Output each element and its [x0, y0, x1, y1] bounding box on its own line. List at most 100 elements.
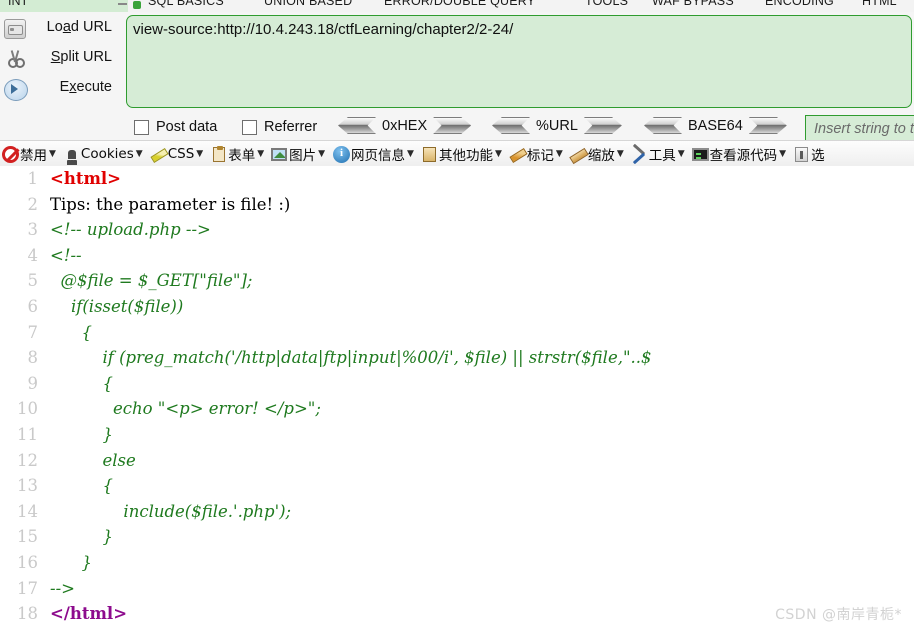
toolbar-item-images-label: 图片	[289, 148, 317, 164]
hackbar-tab-int[interactable]: INT	[0, 0, 128, 12]
toolbar-item-tools[interactable]: 工具 ▼	[629, 142, 690, 166]
toolbar-item-css[interactable]: CSS ▼	[148, 142, 209, 166]
source-line: 4 <!--	[0, 243, 914, 269]
chevron-down-icon[interactable]: ▼	[779, 149, 786, 159]
view-source-icon	[691, 146, 709, 163]
hex-codec-label: 0xHEX	[382, 117, 428, 134]
toolbar-item-images[interactable]: 图片 ▼	[269, 142, 330, 166]
referrer-checkbox[interactable]: Referrer	[242, 119, 317, 135]
source-line-list: 1 <html> 2 Tips: the parameter is file! :) 3…	[0, 166, 914, 632]
execute-button[interactable]: Execute	[0, 74, 122, 104]
line-number: 17	[17, 578, 38, 598]
toolbar-item-forms[interactable]: 表单 ▼	[208, 142, 269, 166]
line-number: 3	[27, 220, 39, 240]
source-line: 2 Tips: the parameter is file! :)	[0, 192, 914, 218]
chevron-down-icon[interactable]: ▼	[678, 149, 685, 159]
info-icon: i	[333, 145, 351, 163]
chevron-down-icon[interactable]: ▼	[407, 149, 414, 159]
load-url-label: Load URL	[46, 19, 112, 35]
line-number: 4	[27, 245, 39, 265]
toolbar-item-forms-label: 表单	[228, 148, 256, 164]
load-url-icon	[4, 19, 26, 39]
toolbar-item-misc[interactable]: 其他功能 ▼	[419, 142, 507, 166]
toolbar-item-options-label: 选	[811, 148, 825, 164]
toolbar-item-view-source-label: 查看源代码	[709, 148, 778, 164]
line-number: 6	[27, 296, 39, 316]
base64-decode-arrow-icon[interactable]	[644, 117, 682, 134]
line-number: 18	[17, 604, 38, 624]
source-line: 13 {	[0, 473, 914, 499]
toolbar-item-view-source[interactable]: 查看源代码 ▼	[690, 142, 791, 166]
line-code: <!-- upload.php -->	[50, 220, 211, 240]
menu-tools[interactable]: TOOLS	[585, 0, 628, 8]
toolbar-item-misc-label: 其他功能	[438, 148, 493, 164]
source-line: 7 {	[0, 320, 914, 346]
toolbar-item-options[interactable]: 选	[791, 142, 826, 166]
line-code: }	[50, 552, 92, 572]
hex-decode-arrow-icon[interactable]	[338, 117, 376, 134]
url-decode-arrow-icon[interactable]	[492, 117, 530, 134]
menu-union-based[interactable]: UNION BASED	[264, 0, 352, 8]
line-number: 9	[27, 373, 39, 393]
chevron-down-icon[interactable]: ▼	[495, 149, 502, 159]
source-line: 1 <html>	[0, 166, 914, 192]
form-clipboard-icon	[210, 145, 227, 163]
source-line: 5 @$file = $_GET["file"];	[0, 268, 914, 294]
url-input[interactable]: view-source:http://10.4.243.18/ctfLearni…	[126, 15, 912, 108]
source-line: 8 if (preg_match('/http|data|ftp|input|%…	[0, 345, 914, 371]
line-code: include($file.'.php');	[50, 501, 292, 521]
options-icon	[793, 146, 810, 163]
line-code: }	[50, 527, 113, 547]
split-url-label: Split URL	[50, 49, 112, 65]
line-code: {	[50, 476, 113, 496]
toolbar-item-cookies[interactable]: Cookies ▼	[61, 142, 148, 166]
toolbar-item-disable[interactable]: 禁用 ▼	[0, 142, 61, 166]
line-number: 12	[17, 450, 38, 470]
hex-encode-arrow-icon[interactable]	[433, 117, 472, 134]
line-number: 11	[17, 424, 38, 444]
post-data-checkbox[interactable]: Post data	[134, 119, 217, 135]
source-line: 16 }	[0, 550, 914, 576]
line-number: 15	[17, 527, 38, 547]
chevron-down-icon[interactable]: ▼	[136, 149, 143, 159]
menu-sql-basics[interactable]: SQL BASICS	[148, 0, 224, 8]
split-url-button[interactable]: Split URL	[0, 44, 122, 74]
chevron-down-icon[interactable]: ▼	[617, 149, 624, 159]
source-line: 3 <!-- upload.php -->	[0, 217, 914, 243]
chevron-down-icon[interactable]: ▼	[318, 149, 325, 159]
chevron-down-icon[interactable]: ▼	[556, 149, 563, 159]
toolbar-item-resize[interactable]: 缩放 ▼	[568, 142, 629, 166]
referrer-label: Referrer	[264, 119, 318, 135]
line-code: </html>	[50, 604, 128, 624]
base64-encode-arrow-icon[interactable]	[748, 117, 787, 134]
line-number: 19	[0, 627, 38, 632]
post-data-checkbox-box[interactable]	[134, 119, 149, 135]
hackbar-action-column: Load URL Split URL Execute	[0, 12, 122, 140]
ruler-icon	[569, 146, 589, 164]
split-url-icon	[4, 49, 26, 69]
source-line: 9 {	[0, 371, 914, 397]
line-number: 14	[17, 501, 38, 521]
menu-encoding[interactable]: ENCODING	[765, 0, 834, 8]
toolbar-item-outline[interactable]: 标记 ▼	[507, 142, 568, 166]
source-line: 10 echo "<p> error! </p>";	[0, 396, 914, 422]
source-line: 15 }	[0, 524, 914, 550]
toolbar-item-page-info[interactable]: i 网页信息 ▼	[330, 142, 419, 166]
menu-error-double-query[interactable]: ERROR/DOUBLE QUERY	[384, 0, 535, 8]
execute-label: Execute	[59, 79, 112, 95]
line-code: {	[50, 322, 92, 342]
menu-separator-icon	[118, 3, 127, 5]
referrer-checkbox-box[interactable]	[242, 119, 257, 135]
view-source-code-area[interactable]: 1 <html> 2 Tips: the parameter is file! :) 3…	[0, 166, 914, 632]
load-url-button[interactable]: Load URL	[0, 14, 122, 44]
line-code: {	[50, 373, 113, 393]
line-number: 5	[27, 271, 39, 291]
menu-html[interactable]: HTML	[862, 0, 897, 8]
url-encode-arrow-icon[interactable]	[583, 117, 622, 134]
menu-waf-bypass[interactable]: WAF BYPASS	[652, 0, 734, 8]
toolbar-item-outline-label: 标记	[526, 148, 554, 164]
chevron-down-icon[interactable]: ▼	[257, 149, 264, 159]
chevron-down-icon[interactable]: ▼	[49, 149, 56, 159]
line-number: 7	[27, 322, 39, 342]
chevron-down-icon[interactable]: ▼	[196, 149, 203, 159]
